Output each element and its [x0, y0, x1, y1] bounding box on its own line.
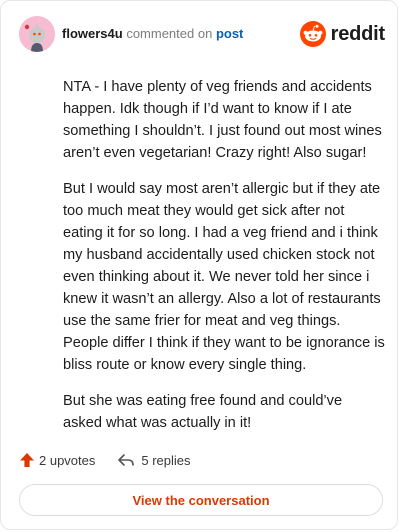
replies-button[interactable]: 5 replies	[117, 452, 191, 468]
view-conversation-button[interactable]: View the conversation	[19, 484, 383, 516]
action-text: commented on	[126, 26, 213, 41]
reply-count: 5 replies	[141, 452, 191, 468]
post-link[interactable]: post	[216, 26, 243, 41]
comment-actions: 2 upvotes 5 replies	[19, 449, 191, 471]
upvote-count: 2 upvotes	[39, 452, 96, 468]
comment-body: NTA - I have plenty of veg friends and a…	[63, 76, 385, 448]
comment-paragraph: But I would say most aren’t allergic but…	[63, 181, 385, 373]
upvote-button[interactable]: 2 upvotes	[19, 452, 95, 468]
comment-paragraph: But she was eating free found and could’…	[63, 393, 343, 431]
snoo-avatar-icon	[19, 16, 55, 52]
comment-paragraph: NTA - I have plenty of veg friends and a…	[63, 79, 382, 161]
user-avatar[interactable]	[19, 16, 55, 52]
comment-card: flowers4u commented on post reddit NTA -…	[0, 0, 398, 530]
comment-meta: flowers4u commented on post	[62, 26, 243, 42]
upvote-arrow-icon	[20, 453, 34, 467]
brand-name: reddit	[330, 22, 386, 45]
username[interactable]: flowers4u	[62, 26, 123, 41]
reply-arrow-icon	[118, 454, 135, 466]
reddit-logo[interactable]: reddit	[299, 20, 386, 48]
comment-header: flowers4u commented on post reddit	[19, 16, 385, 56]
reddit-snoo-icon	[299, 21, 326, 47]
